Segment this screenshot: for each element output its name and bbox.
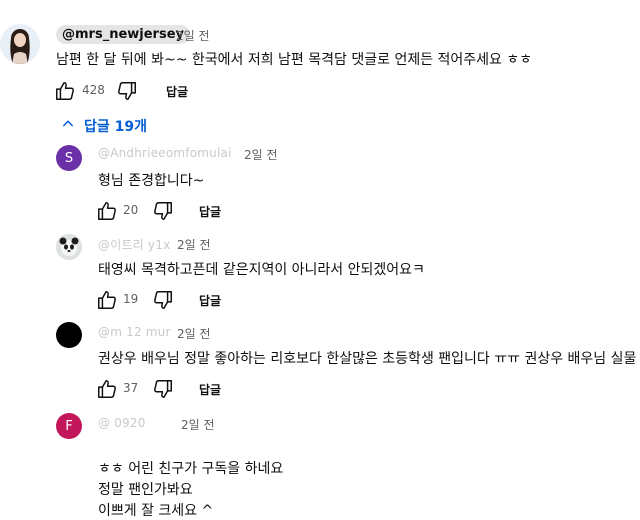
- chevron-up-icon: [60, 116, 76, 136]
- reply-text-line: ㅎㅎ 어린 친구가 구독을 하네요: [98, 461, 284, 477]
- thumbs-down-icon[interactable]: [152, 200, 174, 226]
- like-count: 20: [123, 203, 139, 217]
- reply-text-line: 이쁘게 잘 크세요 ^: [98, 503, 214, 519]
- thumbs-up-icon[interactable]: [96, 200, 118, 226]
- comment-author-handle[interactable]: @mrs_newjersey: [56, 25, 190, 44]
- reply-text: 형님 존경합니다~: [98, 173, 205, 189]
- avatar-letter: S: [64, 150, 74, 166]
- replies-toggle-button[interactable]: 답글 19개: [60, 116, 147, 136]
- reply-author-handle[interactable]: @ 0920: [98, 416, 146, 430]
- reply-avatar[interactable]: [56, 234, 82, 260]
- reply-timestamp[interactable]: 2일 전: [244, 146, 278, 163]
- avatar[interactable]: [0, 24, 40, 64]
- comment-timestamp[interactable]: 2일 전: [176, 27, 210, 44]
- reply-button[interactable]: 답글: [166, 83, 188, 100]
- reply-avatar[interactable]: [56, 322, 82, 348]
- reply-author-handle[interactable]: @이트리 y1x: [98, 236, 170, 253]
- thumbs-down-icon[interactable]: [152, 378, 174, 404]
- like-count: 19: [123, 292, 139, 306]
- thumbs-down-icon[interactable]: [116, 80, 138, 106]
- reply-timestamp[interactable]: 2일 전: [177, 236, 211, 253]
- comment-text: 남편 한 달 뒤에 봐~~ 한국에서 저희 남편 목격담 댓글로 언제든 적어주…: [56, 52, 533, 68]
- reply-button[interactable]: 답글: [199, 203, 221, 220]
- reply-text-line: 정말 팬인가봐요: [98, 482, 193, 498]
- reply-timestamp[interactable]: 2일 전: [177, 325, 211, 342]
- thumbs-up-icon[interactable]: [96, 289, 118, 315]
- reply-button[interactable]: 답글: [199, 292, 221, 309]
- reply-button[interactable]: 답글: [199, 381, 221, 398]
- reply-avatar[interactable]: F: [56, 413, 82, 439]
- like-count: 428: [82, 83, 105, 97]
- reply-author-handle[interactable]: @Andhrieeomfomulai: [98, 146, 232, 160]
- thumbs-up-icon[interactable]: [54, 80, 76, 106]
- reply-text: 권상우 배우님 정말 좋아하는 리호보다 한살많은 초등학생 팬입니다 ㅠㅠ 권…: [98, 351, 637, 367]
- replies-toggle-label: 답글 19개: [84, 119, 147, 135]
- thumbs-up-icon[interactable]: [96, 378, 118, 404]
- reply-timestamp[interactable]: 2일 전: [181, 416, 215, 433]
- like-count: 37: [123, 381, 139, 395]
- thumbs-down-icon[interactable]: [152, 289, 174, 315]
- reply-avatar[interactable]: S: [56, 145, 82, 171]
- reply-author-handle[interactable]: @m 12 mur: [98, 325, 171, 339]
- reply-text: 태영씨 목격하고픈데 같은지역이 아니라서 안되겠어요ㅋ: [98, 262, 425, 278]
- avatar-letter: F: [65, 418, 73, 434]
